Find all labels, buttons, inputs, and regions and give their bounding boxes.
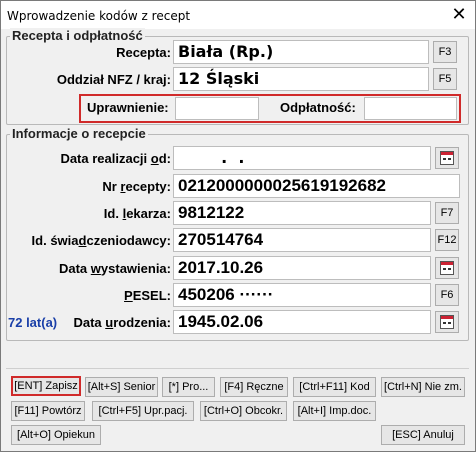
recepta-group-title: Recepta i odpłatność (10, 28, 145, 43)
id-swiadczeniodawcy-f12-button[interactable]: F12 (435, 229, 459, 251)
powtorz-button[interactable]: [F11] Powtórz (11, 401, 85, 421)
id-lekarza-field[interactable]: 9812122 (173, 201, 431, 225)
data-realizacji-calendar-button[interactable] (435, 147, 459, 169)
obcokr-button[interactable]: [Ctrl+O] Obcokr. (200, 401, 287, 421)
reczne-button[interactable]: [F4] Ręczne (220, 377, 288, 397)
data-realizacji-field[interactable]: . . (173, 146, 431, 170)
recepta-field[interactable]: Biała (Rp.) (173, 40, 429, 64)
odplatnosc-label: Odpłatność: (280, 100, 356, 115)
data-wystawienia-label: Data wystawienia: (58, 261, 171, 276)
age-text: 72 lat(a) (8, 315, 58, 330)
pesel-label: PESEL: (124, 288, 171, 303)
odplatnosc-field[interactable] (364, 97, 457, 120)
calendar-icon (440, 315, 454, 329)
title-bar: Wprowadzenie kodów z recept ✕ (1, 1, 475, 29)
id-swiadczeniodawcy-label: Id. świadczeniodawcy: (31, 233, 171, 248)
pesel-f6-button[interactable]: F6 (435, 284, 459, 306)
oddzial-field[interactable]: 12 Śląski (173, 67, 429, 91)
id-lekarza-f7-button[interactable]: F7 (435, 202, 459, 224)
oddzial-f5-button[interactable]: F5 (433, 68, 457, 90)
recepta-f3-button[interactable]: F3 (433, 41, 457, 63)
id-swiadczeniodawcy-field[interactable]: 270514764 (173, 228, 431, 252)
zapisz-button[interactable]: [ENT] Zapisz (11, 376, 81, 396)
oddzial-label: Oddział NFZ / kraj: (56, 72, 171, 87)
dialog-window: Wprowadzenie kodów z recept ✕ Recepta i … (0, 0, 476, 452)
data-wystawienia-calendar-button[interactable] (435, 257, 459, 279)
nie-zm-button[interactable]: [Ctrl+N] Nie zm. (381, 377, 465, 397)
data-urodzenia-calendar-button[interactable] (435, 311, 459, 333)
anuluj-button[interactable]: [ESC] Anuluj (381, 425, 465, 445)
uprawnienie-label: Uprawnienie: (87, 100, 169, 115)
pro-button[interactable]: [*] Pro... (162, 377, 215, 397)
imp-doc-button[interactable]: [Alt+I] Imp.doc. (293, 401, 376, 421)
id-lekarza-label: Id. lekarza: (103, 206, 171, 221)
data-wystawienia-field[interactable]: 2017.10.26 (173, 256, 431, 280)
calendar-icon (440, 261, 454, 275)
data-urodzenia-field[interactable]: 1945.02.06 (173, 310, 431, 334)
window-title: Wprowadzenie kodów z recept (7, 9, 191, 23)
calendar-icon (440, 151, 454, 165)
uprawnienie-field[interactable] (175, 97, 259, 120)
senior-button[interactable]: [Alt+S] Senior (85, 377, 158, 397)
kod-button[interactable]: [Ctrl+F11] Kod (293, 377, 376, 397)
upr-pacj-button[interactable]: [Ctrl+F5] Upr.pacj. (92, 401, 194, 421)
opiekun-button[interactable]: [Alt+O] Opiekun (11, 425, 101, 445)
close-icon[interactable]: ✕ (449, 5, 469, 25)
data-realizacji-label: Data realizacji od: (60, 151, 171, 166)
nr-recepty-field[interactable]: 0212000000025619192682 (173, 174, 460, 198)
info-group-title: Informacje o recepcie (10, 126, 148, 141)
nr-recepty-label: Nr recepty: (102, 179, 171, 194)
pesel-field[interactable]: 450206 ······ (173, 283, 431, 307)
recepta-label: Recepta: (116, 45, 171, 60)
data-urodzenia-label: Data urodzenia: (73, 315, 171, 330)
